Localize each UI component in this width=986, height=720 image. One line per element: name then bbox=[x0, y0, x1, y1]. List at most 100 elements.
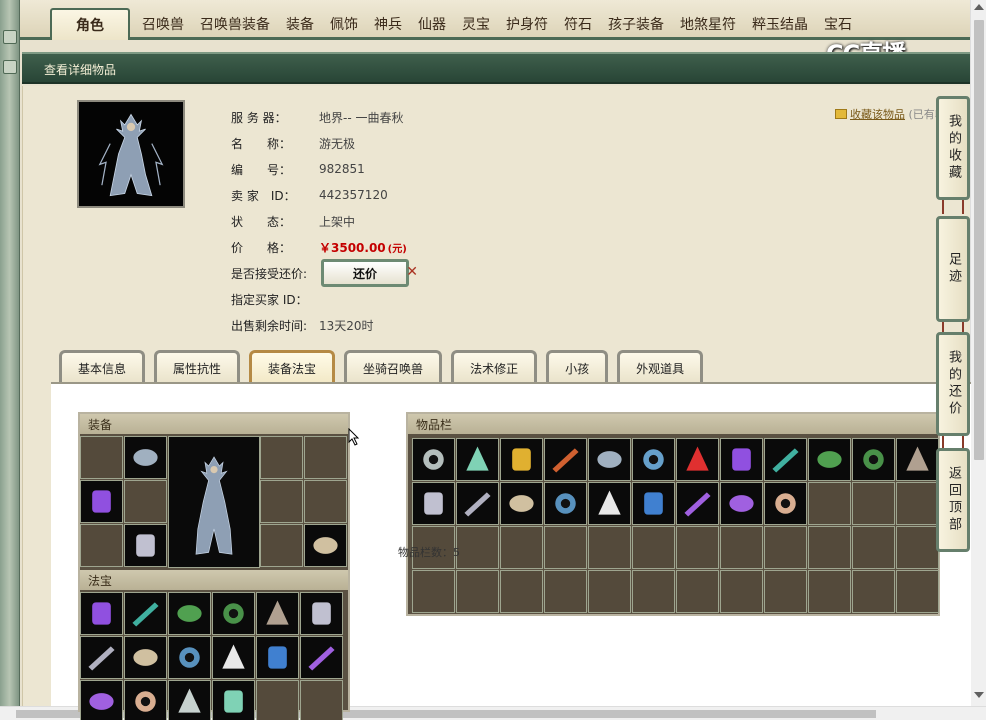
inventory-slot-empty bbox=[720, 570, 763, 613]
scroll-down-icon[interactable] bbox=[974, 692, 984, 698]
treasure-panel-title: 法宝 bbox=[80, 570, 348, 590]
category-tab-5[interactable]: 神兵 bbox=[366, 8, 410, 40]
treasure-slot-item[interactable] bbox=[80, 592, 123, 635]
inventory-slot-item[interactable] bbox=[544, 482, 587, 525]
equipment-slot-item[interactable] bbox=[124, 436, 167, 479]
inventory-slot-empty bbox=[544, 570, 587, 613]
inventory-slot-item[interactable] bbox=[412, 482, 455, 525]
treasure-slot-item[interactable] bbox=[212, 680, 255, 720]
inventory-slot-item[interactable] bbox=[632, 482, 675, 525]
treasure-slot-item[interactable] bbox=[168, 592, 211, 635]
treasure-slot-item[interactable] bbox=[80, 680, 123, 720]
treasure-slot-item[interactable] bbox=[80, 636, 123, 679]
category-tab-9[interactable]: 符石 bbox=[556, 8, 600, 40]
inventory-slot-item[interactable] bbox=[500, 438, 543, 481]
equipment-slot-empty bbox=[260, 524, 303, 567]
inventory-slot-item[interactable] bbox=[456, 438, 499, 481]
inventory-slot-empty bbox=[896, 482, 939, 525]
mouse-cursor-icon bbox=[348, 428, 360, 446]
bargain-button[interactable]: 还价 ✕ bbox=[321, 259, 418, 287]
inventory-slot-item[interactable] bbox=[588, 482, 631, 525]
inventory-slot-item[interactable] bbox=[720, 482, 763, 525]
inventory-slot-empty bbox=[632, 570, 675, 613]
inventory-slot-item[interactable] bbox=[500, 482, 543, 525]
section-header: 查看详细物品 bbox=[22, 52, 970, 84]
price-unit: (元) bbox=[387, 243, 407, 255]
border-ornament-icon bbox=[3, 60, 17, 74]
inventory-slot-item[interactable] bbox=[412, 438, 455, 481]
category-tab-7[interactable]: 灵宝 bbox=[454, 8, 498, 40]
inventory-slot-empty bbox=[720, 526, 763, 569]
equipment-slot-empty bbox=[304, 436, 347, 479]
treasure-slot-item[interactable] bbox=[212, 592, 255, 635]
inventory-slot-item[interactable] bbox=[632, 438, 675, 481]
detail-tab-1[interactable]: 属性抗性 bbox=[154, 350, 241, 384]
treasure-slot-item[interactable] bbox=[124, 636, 167, 679]
equipment-slot-item[interactable] bbox=[80, 480, 123, 523]
side-tab-1[interactable]: 足迹 bbox=[936, 216, 970, 322]
treasure-slot-item[interactable] bbox=[168, 636, 211, 679]
inventory-slot-empty bbox=[588, 526, 631, 569]
inventory-slot-item[interactable] bbox=[764, 438, 807, 481]
treasure-slot-item[interactable] bbox=[256, 636, 299, 679]
category-tab-4[interactable]: 佩饰 bbox=[322, 8, 366, 40]
category-tab-11[interactable]: 地煞星符 bbox=[672, 8, 744, 40]
inventory-slot-item[interactable] bbox=[896, 438, 939, 481]
side-tab-3[interactable]: 返回顶部 bbox=[936, 448, 970, 552]
side-tab-2[interactable]: 我的还价 bbox=[936, 332, 970, 436]
info-row: 卖 家 ID： 442357120 bbox=[231, 182, 409, 208]
side-tab-label: 返回顶部 bbox=[946, 466, 961, 534]
detail-tab-0[interactable]: 基本信息 bbox=[59, 350, 146, 384]
detail-tab-2[interactable]: 装备法宝 bbox=[249, 350, 336, 384]
equipment-slot-item[interactable] bbox=[304, 524, 347, 567]
treasure-slot-item[interactable] bbox=[124, 592, 167, 635]
detail-tab-6[interactable]: 外观道具 bbox=[617, 350, 704, 384]
category-tab-8[interactable]: 护身符 bbox=[498, 8, 556, 40]
inventory-slot-item[interactable] bbox=[764, 482, 807, 525]
character-model bbox=[168, 436, 260, 568]
detail-tab-5[interactable]: 小孩 bbox=[546, 350, 609, 384]
info-row: 编 号： 982851 bbox=[231, 156, 409, 182]
category-tab-10[interactable]: 孩子装备 bbox=[600, 8, 672, 40]
category-tab-12[interactable]: 粹玉结晶 bbox=[744, 8, 816, 40]
bargain-button-label: 还价 bbox=[352, 266, 377, 281]
treasure-slot-item[interactable] bbox=[168, 680, 211, 720]
info-row: 是否接受还价: 还价 ✕ bbox=[231, 259, 418, 287]
equipment-slot-item[interactable] bbox=[124, 524, 167, 567]
inventory-slot-item[interactable] bbox=[720, 438, 763, 481]
inventory-slot-empty bbox=[852, 570, 895, 613]
detail-tab-3[interactable]: 坐骑召唤兽 bbox=[344, 350, 443, 384]
inventory-panel: 物品栏 bbox=[406, 412, 940, 616]
treasure-slot-empty bbox=[300, 680, 343, 720]
inventory-slot-empty bbox=[456, 570, 499, 613]
category-tab-3[interactable]: 装备 bbox=[278, 8, 322, 40]
treasure-slot-item[interactable] bbox=[212, 636, 255, 679]
treasure-slot-item[interactable] bbox=[300, 636, 343, 679]
inventory-slot-item[interactable] bbox=[676, 482, 719, 525]
category-tab-2[interactable]: 召唤兽装备 bbox=[192, 8, 278, 40]
character-figure-icon bbox=[79, 102, 183, 206]
category-tab-6[interactable]: 仙器 bbox=[410, 8, 454, 40]
scrollbar-thumb[interactable] bbox=[974, 20, 984, 460]
inventory-slot-empty bbox=[544, 526, 587, 569]
inventory-slot-item[interactable] bbox=[588, 438, 631, 481]
category-tab-1[interactable]: 召唤兽 bbox=[134, 8, 192, 40]
category-tab-0[interactable]: 角色 bbox=[50, 8, 130, 40]
inventory-slot-empty bbox=[632, 526, 675, 569]
equipment-panel-title: 装备 bbox=[80, 414, 348, 434]
inventory-slot-item[interactable] bbox=[456, 482, 499, 525]
side-tab-0[interactable]: 我的收藏 bbox=[936, 96, 970, 200]
scroll-up-icon[interactable] bbox=[974, 4, 984, 10]
treasure-slot-item[interactable] bbox=[124, 680, 167, 720]
inventory-slot-item[interactable] bbox=[544, 438, 587, 481]
info-value: 982851 bbox=[319, 162, 365, 176]
treasure-slot-item[interactable] bbox=[300, 592, 343, 635]
vertical-scrollbar[interactable] bbox=[970, 0, 986, 706]
favorite-link-label[interactable]: 收藏该物品 bbox=[850, 108, 905, 121]
treasure-slot-item[interactable] bbox=[256, 592, 299, 635]
inventory-slot-item[interactable] bbox=[852, 438, 895, 481]
inventory-slot-item[interactable] bbox=[676, 438, 719, 481]
detail-tab-4[interactable]: 法术修正 bbox=[451, 350, 538, 384]
favorite-link[interactable]: 收藏该物品 (已有收 bbox=[835, 106, 946, 122]
inventory-slot-item[interactable] bbox=[808, 438, 851, 481]
